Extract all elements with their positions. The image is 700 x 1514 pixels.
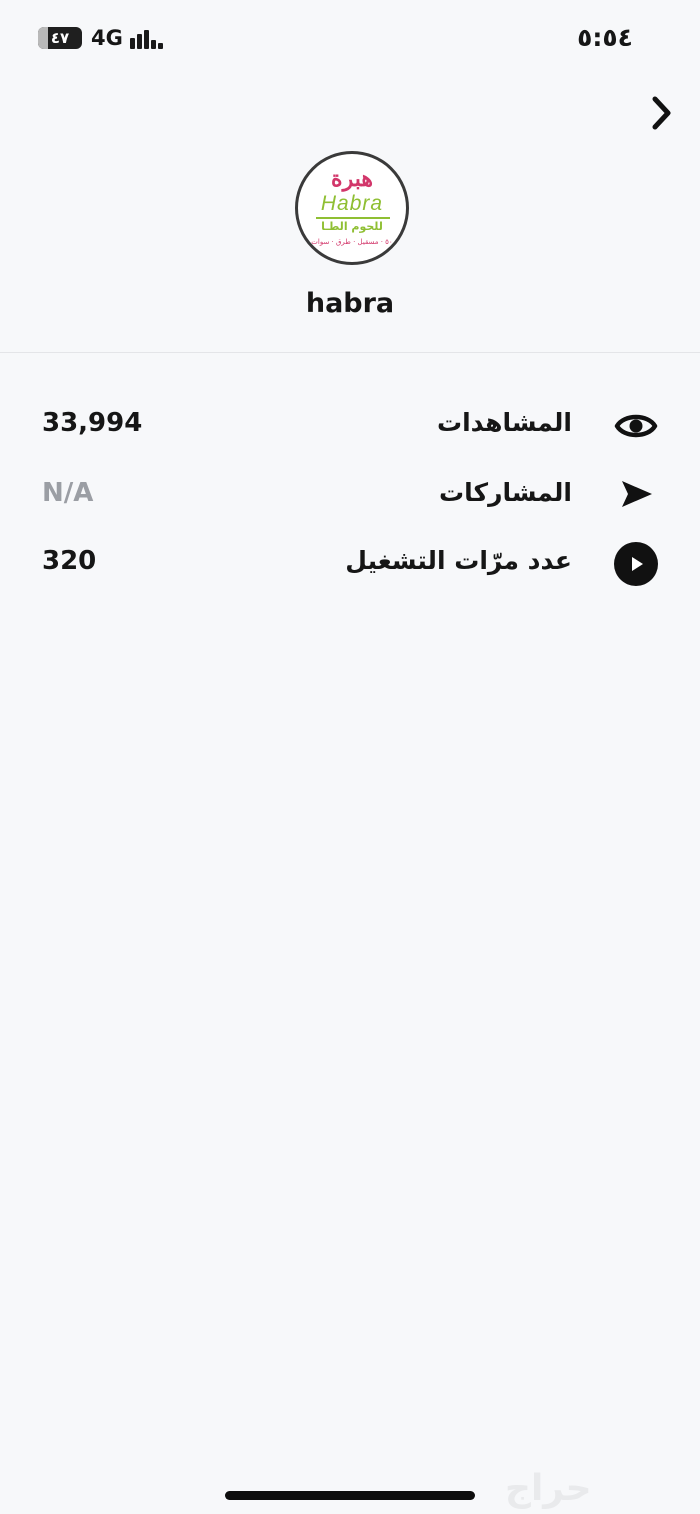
stat-row-views: 33,994 المشاهدات [0, 400, 700, 460]
stat-label: المشاركات [439, 478, 572, 507]
signal-icon [130, 29, 164, 49]
logo-subtext: ٥٠ · مسقيل · طرق · سوات [311, 238, 393, 246]
eye-icon [614, 414, 658, 438]
network-type: 4G [91, 26, 123, 50]
battery-level: ٤٧ [50, 29, 70, 47]
logo-latin-text: Habra [320, 192, 384, 215]
send-icon [622, 481, 652, 507]
chevron-right-icon [652, 96, 671, 130]
divider [0, 352, 700, 353]
stat-row-shares: N/A المشاركات [0, 470, 700, 530]
clock: ٥:٥٤ [577, 23, 633, 52]
stat-value: 320 [42, 546, 97, 576]
logo-divider [316, 217, 390, 219]
stat-label: المشاهدات [436, 408, 572, 437]
home-indicator [225, 1491, 475, 1500]
status-bar: ٤٧ 4G ٥:٥٤ [0, 0, 700, 80]
stat-row-plays: 320 عدد مرّات التشغيل [0, 538, 700, 598]
stat-label: عدد مرّات التشغيل [345, 546, 572, 575]
battery-icon: ٤٧ [38, 27, 82, 49]
stat-value: 33,994 [42, 408, 143, 438]
stat-value: N/A [42, 478, 94, 508]
back-button[interactable] [640, 92, 684, 136]
logo-tagline: للحوم الطـا [321, 220, 383, 233]
username: habra [305, 288, 395, 319]
watermark: حراج [505, 1468, 592, 1509]
logo-arabic-text: هبرة [331, 166, 373, 192]
avatar[interactable]: هبرة Habra للحوم الطـا ٥٠ · مسقيل · طرق … [295, 151, 409, 265]
play-icon [614, 542, 658, 586]
